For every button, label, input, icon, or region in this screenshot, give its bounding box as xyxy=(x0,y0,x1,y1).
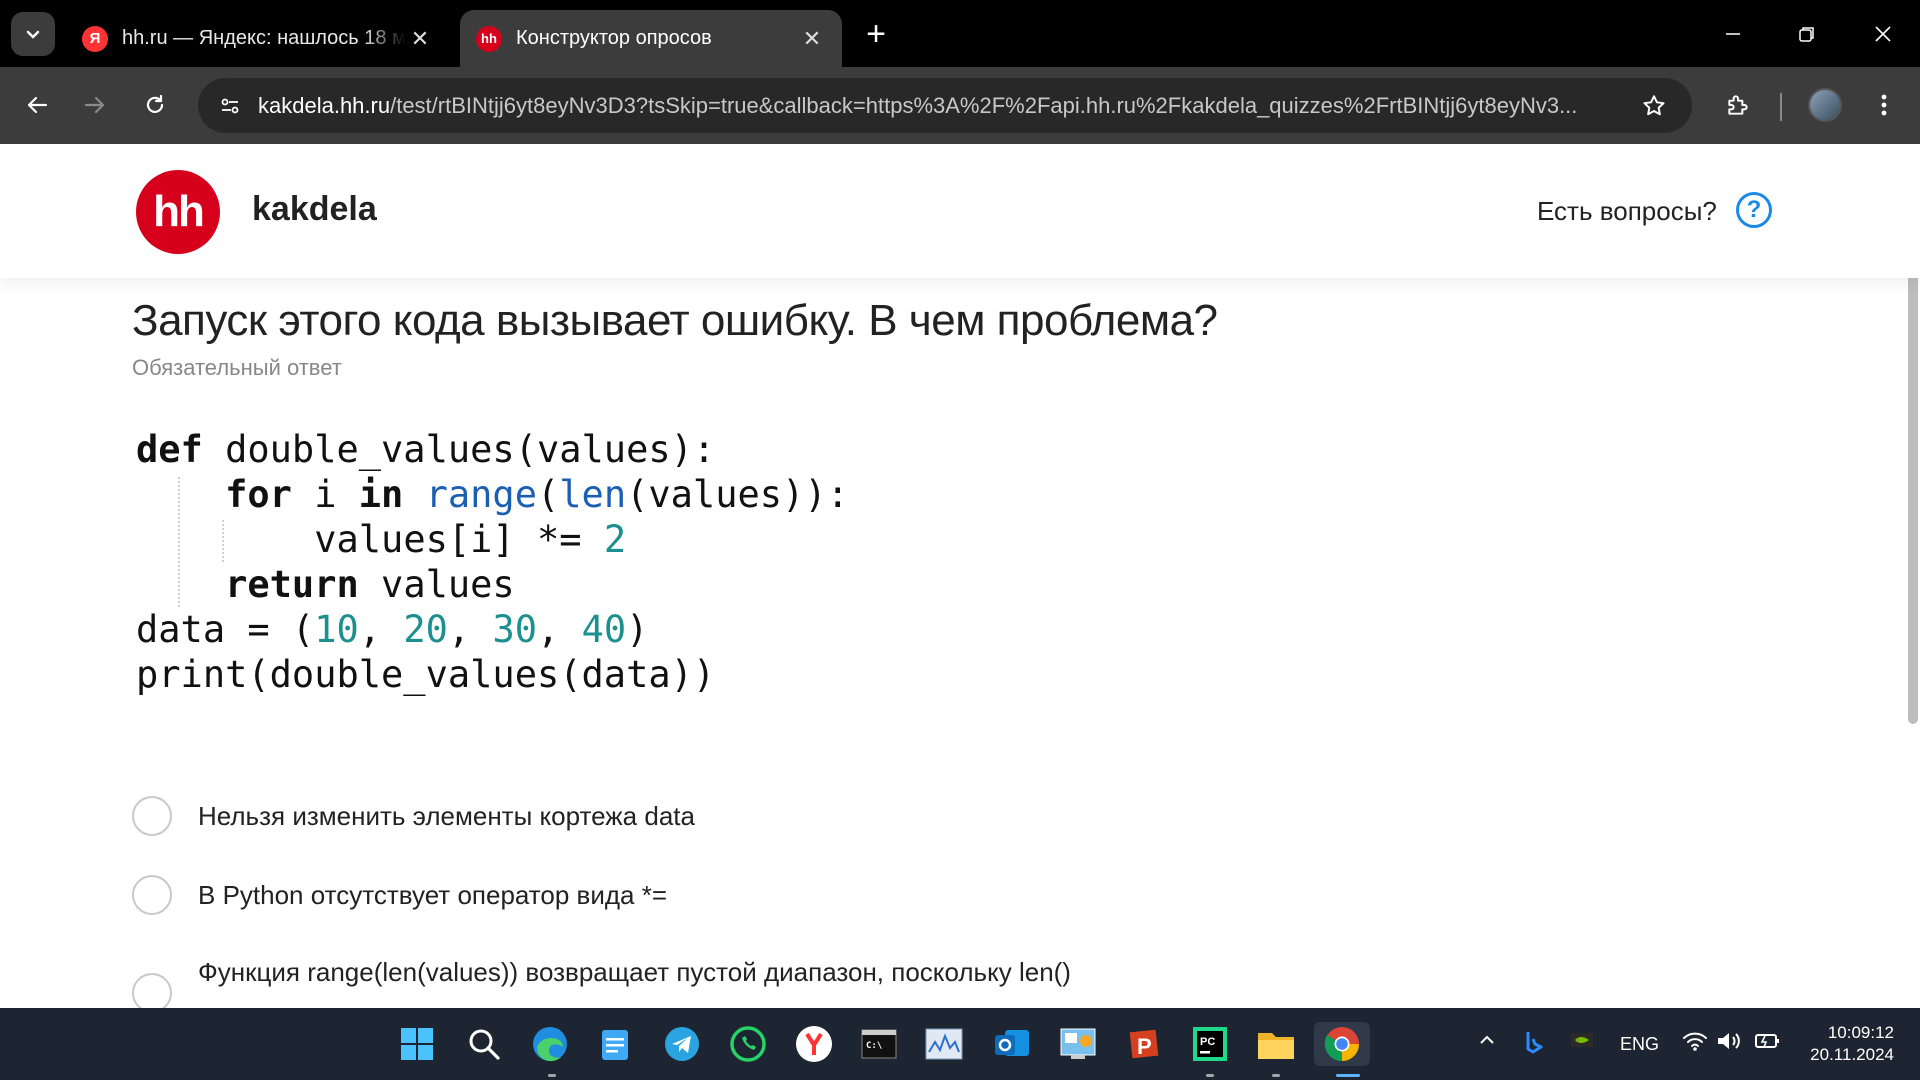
nvidia-icon[interactable] xyxy=(1570,1030,1594,1055)
required-note: Обязательный ответ xyxy=(132,355,342,380)
help-link[interactable]: Есть вопросы? xyxy=(1537,196,1717,227)
yandex-browser-icon[interactable] xyxy=(792,1022,836,1066)
pycharm-icon[interactable]: PC xyxy=(1188,1022,1232,1066)
windows-start-icon[interactable] xyxy=(395,1022,439,1066)
minimize-icon xyxy=(1726,33,1740,35)
reload-icon xyxy=(146,94,164,113)
code-line: for i in range(len(values)): xyxy=(225,473,849,516)
tab-title: hh.ru — Яндекс: нашлось 18 млн результат… xyxy=(122,27,406,49)
close-window-button[interactable] xyxy=(1858,12,1908,56)
running-indicator xyxy=(1272,1074,1280,1077)
chevron-down-icon xyxy=(26,30,40,39)
language-indicator[interactable]: ENG xyxy=(1620,1034,1659,1055)
answer-option-3[interactable]: Функция range(len(values)) возвращает пу… xyxy=(132,955,1071,1013)
svg-text:C:\: C:\ xyxy=(866,1041,882,1051)
windows-taskbar: C:\ P PC ENG 10:09:12 20.11.2024 xyxy=(0,1008,1920,1080)
svg-text:P: P xyxy=(1137,1034,1152,1059)
code-snippet: def double_values(values): for i in rang… xyxy=(136,427,849,697)
whatsapp-icon[interactable] xyxy=(726,1022,770,1066)
tab-survey-builder[interactable]: hh Конструктор опросов ✕ xyxy=(460,10,842,67)
reload-button[interactable] xyxy=(135,85,175,125)
answer-label: Нельзя изменить элементы кортежа data xyxy=(198,800,695,831)
code-line: return values xyxy=(225,563,515,606)
url-path: /test/rtBINtjj6yt8eyNv3D3?tsSkip=true&ca… xyxy=(390,92,1578,118)
restore-icon xyxy=(1799,27,1814,42)
puzzle-icon xyxy=(1728,95,1748,115)
search-icon[interactable] xyxy=(462,1022,506,1066)
code-line: def double_values(values): xyxy=(136,428,716,471)
control-panel-icon[interactable] xyxy=(1056,1022,1100,1066)
answer-label: В Python отсутствует оператор вида *= xyxy=(198,879,668,910)
toolbar-divider xyxy=(1780,93,1782,121)
bing-icon[interactable] xyxy=(1524,1030,1544,1059)
arrow-left-icon xyxy=(27,96,48,114)
tab-yandex[interactable]: Я hh.ru — Яндекс: нашлось 18 млн результ… xyxy=(66,10,450,67)
answer-option-2[interactable]: В Python отсутствует оператор вида *= xyxy=(132,875,667,915)
forward-button[interactable] xyxy=(75,85,115,125)
chrome-icon[interactable] xyxy=(1314,1022,1370,1066)
volume-icon[interactable] xyxy=(1716,1030,1744,1057)
radio-button[interactable] xyxy=(132,875,172,915)
site-header: hh kakdela Есть вопросы? ? xyxy=(0,144,1920,278)
extensions-button[interactable] xyxy=(1718,85,1758,125)
battery-icon[interactable] xyxy=(1754,1030,1782,1057)
clock-time: 10:09:12 xyxy=(1827,1023,1894,1042)
telegram-icon[interactable] xyxy=(660,1022,704,1066)
close-icon[interactable]: ✕ xyxy=(798,26,826,52)
close-icon[interactable]: ✕ xyxy=(406,26,434,52)
address-bar[interactable]: kakdela.hh.ru/test/rtBINtjj6yt8eyNv3D3?t… xyxy=(198,78,1692,133)
clock-date: 20.11.2024 xyxy=(1810,1045,1894,1064)
restore-button[interactable] xyxy=(1782,12,1832,56)
resource-monitor-icon[interactable] xyxy=(922,1022,966,1066)
radio-button[interactable] xyxy=(132,973,172,1013)
page-scrollbar[interactable] xyxy=(1908,262,1918,724)
wifi-icon[interactable] xyxy=(1682,1030,1708,1057)
url-host: kakdela.hh.ru xyxy=(258,92,391,118)
file-explorer-icon[interactable] xyxy=(1254,1022,1298,1066)
chevron-up-icon[interactable] xyxy=(1477,1030,1497,1055)
radio-button[interactable] xyxy=(132,796,172,836)
help-icon[interactable]: ? xyxy=(1736,192,1772,228)
system-clock[interactable]: 10:09:12 20.11.2024 xyxy=(1798,1022,1894,1066)
arrow-right-icon xyxy=(84,96,105,114)
new-tab-button[interactable]: + xyxy=(856,14,896,54)
terminal-icon[interactable]: C:\ xyxy=(857,1022,901,1066)
close-icon xyxy=(1875,26,1891,42)
yandex-icon: Я xyxy=(82,25,108,52)
tab-strip: Я hh.ru — Яндекс: нашлось 18 млн результ… xyxy=(0,0,1920,67)
running-indicator xyxy=(1206,1074,1214,1077)
code-line: print(double_values(data)) xyxy=(136,653,716,696)
notepad-icon[interactable] xyxy=(593,1022,637,1066)
hh-icon: hh xyxy=(476,25,502,52)
more-vertical-icon xyxy=(1881,94,1887,116)
outlook-icon[interactable] xyxy=(990,1022,1034,1066)
running-indicator xyxy=(548,1074,556,1077)
tab-title: Конструктор опросов xyxy=(516,27,712,49)
tab-search-button[interactable] xyxy=(11,12,55,56)
answer-option-1[interactable]: Нельзя изменить элементы кортежа data xyxy=(132,796,695,836)
menu-button[interactable] xyxy=(1864,85,1904,125)
back-button[interactable] xyxy=(17,85,57,125)
code-line: data = (10, 20, 30, 40) xyxy=(136,608,649,651)
site-settings-icon[interactable] xyxy=(210,86,250,126)
bookmark-star-icon[interactable] xyxy=(1638,90,1670,122)
svg-text:PC: PC xyxy=(1200,1036,1215,1048)
code-line: values[i] *= 2 xyxy=(314,518,627,561)
hh-logo[interactable]: hh xyxy=(136,170,220,254)
answer-label: Функция range(len(values)) возвращает пу… xyxy=(198,957,1071,987)
brand-name: kakdela xyxy=(252,190,377,228)
edge-icon[interactable] xyxy=(528,1022,572,1066)
question-title: Запуск этого кода вызывает ошибку. В чем… xyxy=(132,296,1218,345)
profile-avatar[interactable] xyxy=(1808,88,1842,122)
minimize-button[interactable] xyxy=(1708,12,1758,56)
active-indicator xyxy=(1336,1074,1360,1077)
psiphon-icon[interactable]: P xyxy=(1122,1022,1166,1066)
url-text[interactable]: kakdela.hh.ru/test/rtBINtjj6yt8eyNv3D3?t… xyxy=(258,93,1628,119)
browser-toolbar: kakdela.hh.ru/test/rtBINtjj6yt8eyNv3D3?t… xyxy=(0,67,1920,144)
